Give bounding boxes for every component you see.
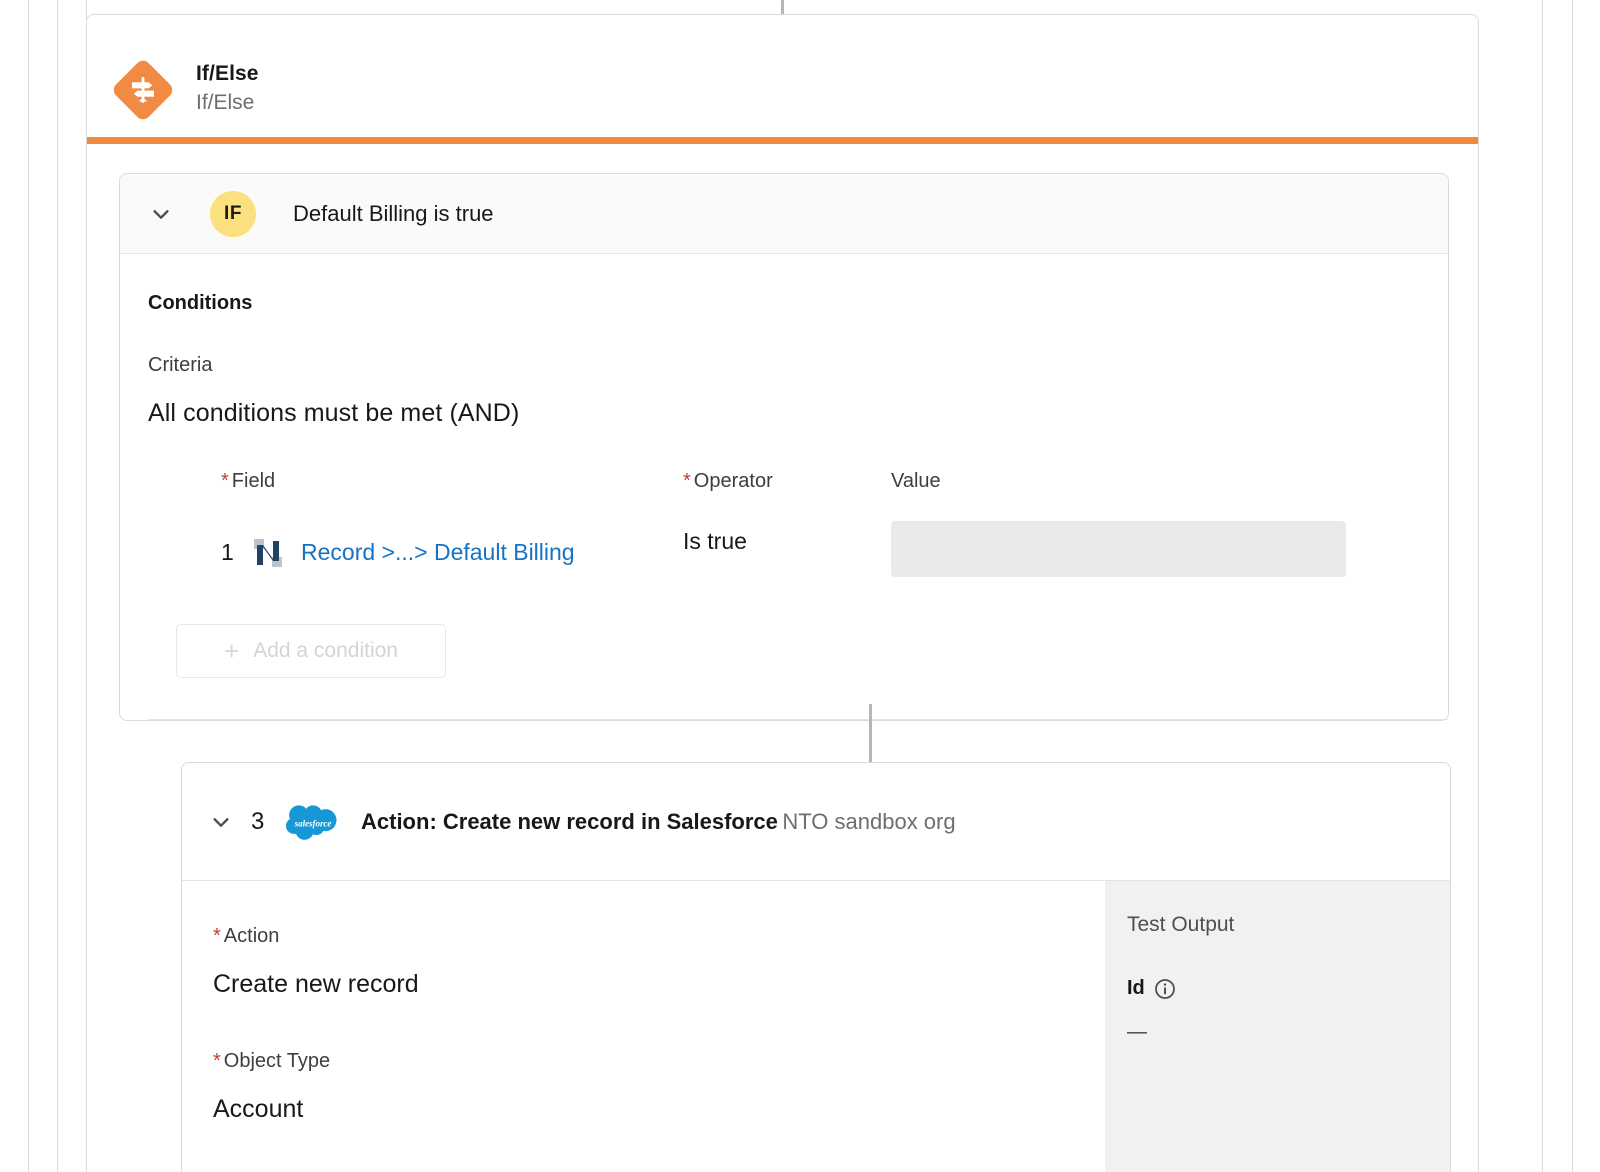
column-header-value: Value — [891, 470, 1448, 503]
condition-value-input[interactable] — [891, 521, 1346, 577]
test-output-row: Id — [1127, 977, 1450, 1000]
outer-container-rail-right-1 — [1572, 0, 1573, 1172]
branch-divider — [148, 719, 1448, 720]
outer-container-rail-2 — [57, 0, 58, 1172]
required-marker: * — [213, 925, 221, 947]
conditions-heading: Conditions — [148, 292, 1448, 315]
action-card-header[interactable]: 3 salesforce Action: Create new record i… — [182, 763, 1450, 881]
if-badge: IF — [210, 191, 256, 237]
object-type-field-label: *Object Type — [213, 1050, 1105, 1073]
action-field-label: *Action — [213, 925, 1105, 948]
ifelse-node-header: If/Else If/Else — [87, 15, 1478, 137]
outer-container-rail-1 — [28, 0, 29, 1172]
plus-icon: + — [224, 638, 239, 664]
column-header-field: *Field — [221, 470, 683, 503]
ifelse-node-card[interactable]: If/Else If/Else IF Default Billing is tr… — [86, 14, 1479, 1172]
if-branch-body: Conditions Criteria All conditions must … — [120, 254, 1448, 720]
add-condition-button[interactable]: + Add a condition — [176, 624, 446, 678]
if-branch-block: IF Default Billing is true Conditions Cr… — [119, 173, 1449, 721]
test-output-key: Id — [1127, 977, 1145, 1000]
conditions-grid: *Field *Operator Value 1 — [148, 470, 1448, 577]
test-output-value: — — [1127, 1021, 1450, 1044]
criteria-value: All conditions must be met (AND) — [148, 399, 1448, 428]
required-marker: * — [683, 470, 691, 492]
condition-row-field: 1 Record >...> Default Billing — [221, 503, 683, 577]
criteria-label: Criteria — [148, 354, 1448, 377]
outer-container-rail-right-2 — [1542, 0, 1543, 1172]
required-marker: * — [221, 470, 229, 492]
condition-index: 1 — [221, 539, 253, 566]
condition-operator-value[interactable]: Is true — [683, 503, 891, 577]
salesforce-cloud-icon: salesforce — [286, 802, 340, 842]
flow-connector-middle — [869, 704, 872, 762]
action-card-body: *Action Create new record *Object Type A… — [182, 881, 1450, 1172]
action-field-value[interactable]: Create new record — [213, 970, 1105, 999]
column-header-operator: *Operator — [683, 470, 891, 503]
condition-field-link[interactable]: Record >...> Default Billing — [301, 539, 575, 566]
flow-builder-canvas: If/Else If/Else IF Default Billing is tr… — [0, 0, 1600, 1172]
test-output-panel: Test Output Id — — [1105, 881, 1450, 1172]
add-condition-label: Add a condition — [253, 639, 398, 663]
chevron-down-icon[interactable] — [204, 805, 238, 839]
action-card-title: Action: Create new record in Salesforce — [361, 809, 778, 834]
ifelse-accent-bar — [87, 137, 1478, 144]
salesforce-action-card[interactable]: 3 salesforce Action: Create new record i… — [181, 762, 1451, 1172]
chevron-down-icon[interactable] — [144, 197, 178, 231]
condition-value-cell — [891, 503, 1448, 577]
info-circle-icon[interactable] — [1154, 978, 1176, 1000]
action-field-label-text: Action — [224, 925, 280, 947]
action-card-subtitle: NTO sandbox org — [782, 809, 955, 834]
ifelse-node-subtitle: If/Else — [196, 88, 259, 118]
action-step-number: 3 — [251, 808, 277, 836]
column-header-operator-label: Operator — [694, 470, 773, 492]
ifelse-node-title: If/Else — [196, 60, 259, 88]
if-branch-label: Default Billing is true — [293, 201, 494, 227]
action-field-list: *Action Create new record *Object Type A… — [182, 881, 1105, 1172]
object-type-label-text: Object Type — [224, 1050, 330, 1072]
required-marker: * — [213, 1050, 221, 1072]
column-header-field-label: Field — [232, 470, 275, 492]
signpost-icon — [112, 59, 174, 121]
if-branch-header[interactable]: IF Default Billing is true — [120, 174, 1448, 254]
object-type-field-value[interactable]: Account — [213, 1095, 1105, 1124]
test-output-title: Test Output — [1127, 913, 1450, 937]
svg-text:salesforce: salesforce — [294, 818, 332, 828]
netsuite-record-icon — [253, 538, 283, 568]
